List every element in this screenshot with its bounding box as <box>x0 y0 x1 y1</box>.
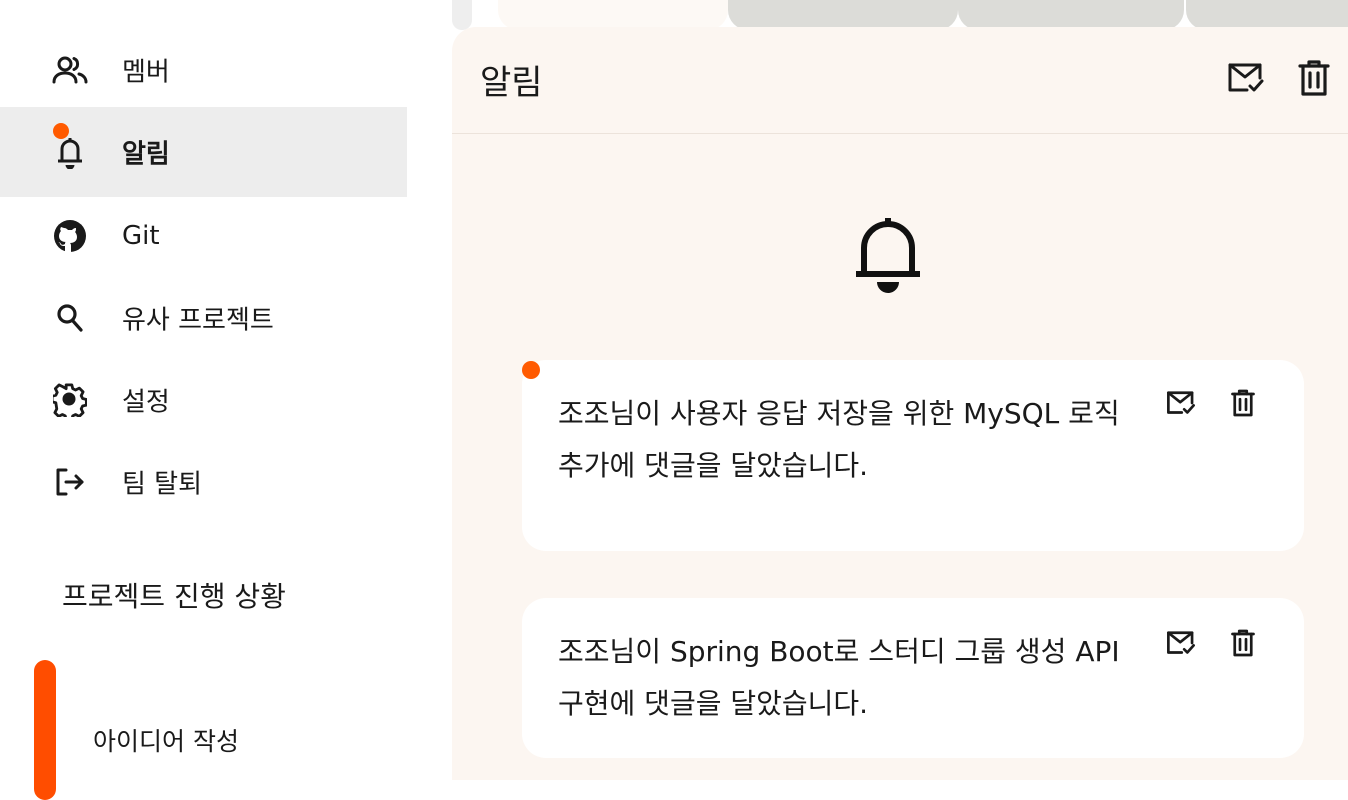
logout-icon <box>52 464 88 500</box>
tab-strip <box>452 0 1348 30</box>
mark-read-icon <box>1166 390 1196 420</box>
progress-indicator <box>34 660 56 800</box>
users-icon <box>52 52 88 88</box>
tab-active[interactable] <box>498 0 728 30</box>
sidebar-item-label: 알림 <box>122 139 170 170</box>
delete-all-button[interactable] <box>1294 60 1334 100</box>
sidebar-item-label: 설정 <box>122 387 170 418</box>
panel-header: 알림 <box>452 27 1348 134</box>
bell-icon <box>850 212 926 296</box>
delete-notification-button[interactable] <box>1224 386 1262 424</box>
notification-text: 조조님이 Spring Boot로 스터디 그룹 생성 API 구현에 댓글을 … <box>558 635 1120 720</box>
sidebar-item-label: 유사 프로젝트 <box>122 305 274 336</box>
mark-read-button[interactable] <box>1162 386 1200 424</box>
notification-card[interactable]: 조조님이 사용자 응답 저장을 위한 MySQL 로직 추가에 댓글을 달았습니… <box>522 360 1304 551</box>
mark-read-button[interactable] <box>1162 626 1200 664</box>
sidebar-item-label: Git <box>122 221 160 251</box>
unread-dot <box>53 123 69 139</box>
sidebar-item-label: 팀 탈퇴 <box>122 469 203 500</box>
sidebar-item-label: 멤버 <box>122 57 170 88</box>
trash-icon <box>1231 628 1255 662</box>
tab[interactable] <box>958 0 1184 30</box>
trash-icon <box>1231 388 1255 422</box>
notification-card[interactable]: 조조님이 Spring Boot로 스터디 그룹 생성 API 구현에 댓글을 … <box>522 598 1304 758</box>
mark-all-read-icon <box>1227 62 1265 98</box>
sidebar-item-settings[interactable]: 설정 <box>0 355 407 445</box>
mark-all-read-button[interactable] <box>1226 60 1266 100</box>
notification-text: 조조님이 사용자 응답 저장을 위한 MySQL 로직 추가에 댓글을 달았습니… <box>558 397 1120 482</box>
mark-read-icon <box>1166 630 1196 660</box>
sidebar-item-members[interactable]: 멤버 <box>0 25 407 115</box>
sidebar-item-notifications[interactable]: 알림 <box>0 107 407 197</box>
tab[interactable] <box>1186 0 1348 30</box>
sidebar-item-git[interactable]: Git <box>0 191 407 281</box>
sidebar-item-similar-projects[interactable]: 유사 프로젝트 <box>0 273 407 363</box>
github-icon <box>52 218 88 254</box>
page-title: 알림 <box>480 63 543 103</box>
delete-notification-button[interactable] <box>1224 626 1262 664</box>
progress-current-step[interactable]: 아이디어 작성 <box>93 722 239 758</box>
progress-section-title: 프로젝트 진행 상황 <box>62 580 286 613</box>
search-icon <box>52 300 88 336</box>
bell-icon <box>52 134 88 170</box>
gear-icon <box>52 382 88 418</box>
tab-edge <box>452 0 472 30</box>
notification-panel: 알림 조조님이 사용자 응답 저장을 위한 MySQL 로직 추가에 댓글을 달… <box>452 27 1348 780</box>
sidebar: 멤버 알림 Git 유사 프로젝트 설정 팀 탈퇴 프로젝트 진행 상황 아이디… <box>0 0 408 800</box>
trash-icon <box>1298 59 1330 101</box>
sidebar-item-leave-team[interactable]: 팀 탈퇴 <box>0 437 407 527</box>
unread-dot <box>522 361 540 379</box>
tab[interactable] <box>728 0 958 30</box>
